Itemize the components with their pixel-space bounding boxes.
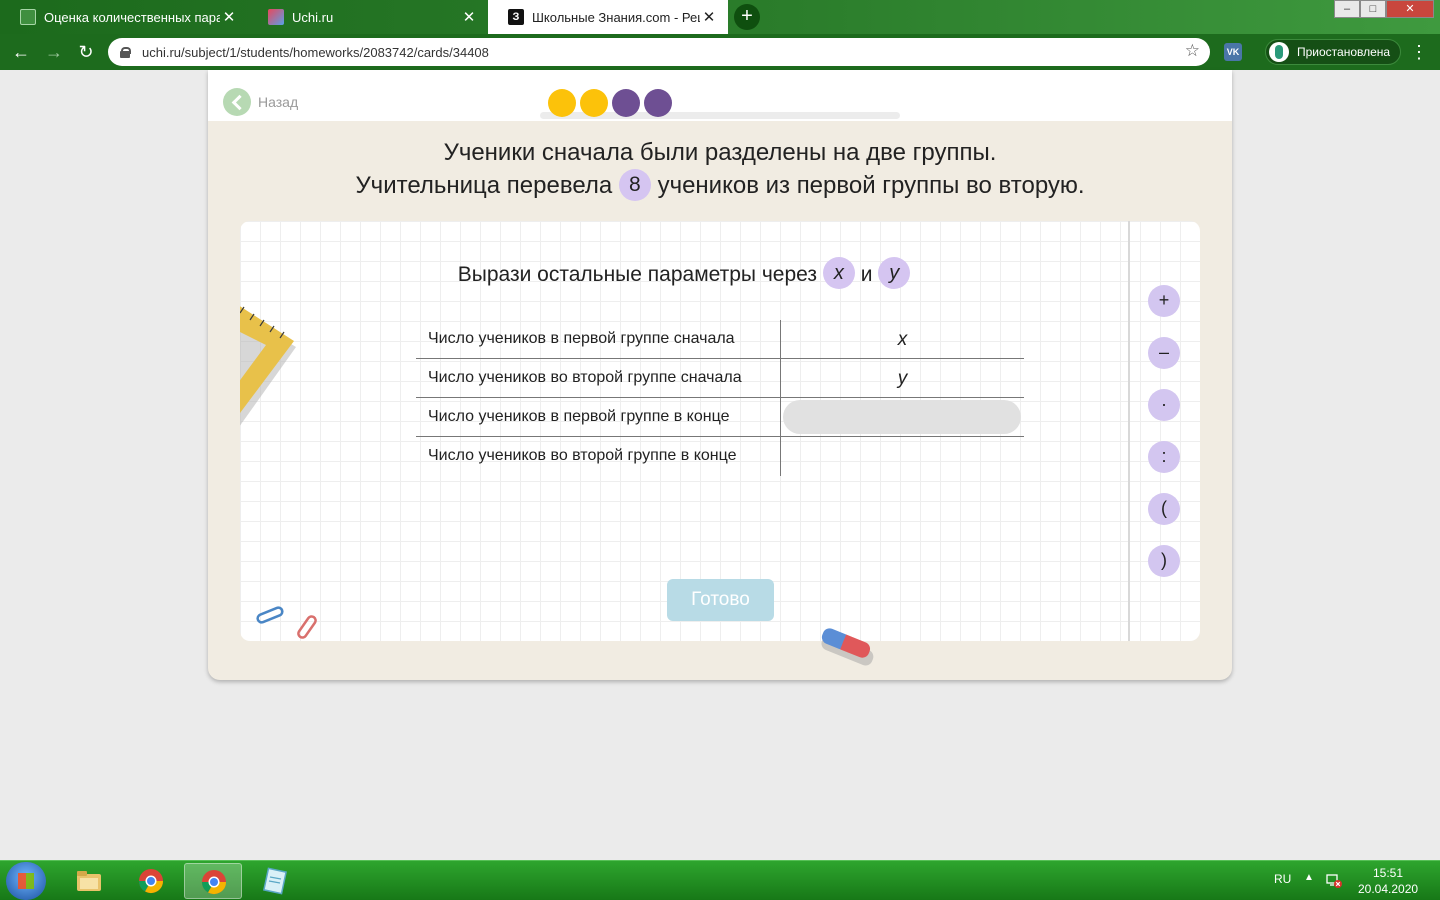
- show-hidden-icons-icon[interactable]: ▲: [1304, 872, 1314, 883]
- url-text: uchi.ru/subject/1/students/homeworks/208…: [142, 44, 489, 60]
- multiply-key[interactable]: ·: [1148, 389, 1180, 421]
- task-line-2: Учительница перевела 8 учеников из перво…: [208, 168, 1232, 202]
- clock-date: 20.04.2020: [1358, 882, 1419, 896]
- uchi-logo-icon: [268, 9, 284, 25]
- eraser-decoration: [821, 628, 874, 666]
- prompt-conjunction: и: [860, 263, 873, 286]
- chevron-left-icon: [223, 88, 251, 116]
- close-icon[interactable]: ✕: [460, 8, 478, 26]
- back-button[interactable]: Назад: [223, 88, 298, 116]
- table-row: Число учеников во второй группе в конце: [416, 437, 1024, 476]
- znaniya-logo-icon: З: [508, 9, 524, 25]
- tab-strip: Оценка количественных парам ✕ Uchi.ru ✕ …: [0, 0, 1440, 34]
- taskbar-notepad[interactable]: [246, 863, 304, 899]
- back-label: Назад: [258, 94, 299, 110]
- plus-key[interactable]: +: [1148, 285, 1180, 317]
- clock[interactable]: 15:51 20.04.2020: [1358, 865, 1418, 897]
- divide-key[interactable]: :: [1148, 441, 1180, 473]
- row-label: Число учеников в первой группе сначала: [428, 330, 735, 347]
- task-statement: Ученики сначала были разделены на две гр…: [208, 136, 1232, 202]
- minimize-button[interactable]: –: [1334, 0, 1360, 18]
- menu-kebab-icon[interactable]: ⋮: [1410, 42, 1428, 63]
- lesson-card: Назад Ученики сначала были разделены на …: [208, 70, 1232, 680]
- variable-x-chip: x: [822, 257, 855, 290]
- paperclip-blue-decoration: [256, 606, 284, 624]
- task-text-after: учеников из первой группы во вторую.: [657, 172, 1085, 199]
- paperclip-red-decoration: [297, 615, 317, 639]
- lesson-topbar: Назад: [208, 70, 1232, 121]
- tab-title: Uchi.ru: [292, 9, 334, 25]
- lock-icon: [120, 47, 131, 58]
- row-value: x: [780, 320, 1024, 359]
- task-line-1: Ученики сначала были разделены на две гр…: [443, 139, 997, 166]
- answer-input-first-group-end[interactable]: [783, 400, 1021, 434]
- taskbar-chrome-active[interactable]: [184, 863, 242, 899]
- profile-label: Приостановлена: [1297, 45, 1391, 59]
- progress-dot: [580, 89, 608, 117]
- table-row: Число учеников в первой группе в конце: [416, 398, 1024, 437]
- network-error-icon[interactable]: [1326, 872, 1342, 888]
- work-board: Вырази остальные параметры через x и y Ч…: [240, 221, 1200, 641]
- chrome-icon: [202, 870, 226, 895]
- notepad-icon: [263, 867, 287, 895]
- open-paren-key[interactable]: (: [1148, 493, 1180, 525]
- minus-key[interactable]: –: [1148, 337, 1180, 369]
- chrome-icon: [139, 869, 163, 894]
- close-window-button[interactable]: ✕: [1386, 0, 1434, 18]
- new-tab-button[interactable]: +: [734, 4, 760, 30]
- table-row: Число учеников во второй группе сначала …: [416, 359, 1024, 398]
- close-icon[interactable]: ✕: [700, 8, 718, 26]
- tab-quantitative[interactable]: Оценка количественных парам ✕: [0, 0, 248, 34]
- prompt-text: Вырази остальные параметры через: [457, 263, 817, 286]
- row-value: y: [780, 359, 1024, 398]
- clock-time: 15:51: [1372, 866, 1404, 880]
- start-button[interactable]: [6, 862, 46, 900]
- maximize-button[interactable]: □: [1360, 0, 1386, 18]
- ruler-decoration: [240, 306, 296, 426]
- tab-uchi[interactable]: Uchi.ru ✕: [248, 0, 488, 34]
- board-divider: [1128, 221, 1130, 641]
- prompt: Вырази остальные параметры через x и y: [240, 257, 1128, 291]
- progress-dot: [612, 89, 640, 117]
- back-arrow-icon[interactable]: ←: [9, 40, 33, 64]
- row-label: Число учеников во второй группе сначала: [428, 369, 742, 386]
- parameters-table: Число учеников в первой группе сначала x…: [416, 320, 1024, 476]
- vk-extension-icon[interactable]: VK: [1224, 43, 1242, 61]
- tab-title: Школьные Знания.com - Решае: [532, 9, 700, 25]
- reload-icon[interactable]: ↻: [74, 40, 98, 64]
- profile-button[interactable]: Приостановлена: [1265, 39, 1401, 65]
- address-bar[interactable]: uchi.ru/subject/1/students/homeworks/208…: [108, 38, 1210, 66]
- avatar: [1269, 42, 1289, 62]
- forward-arrow-icon[interactable]: →: [42, 40, 66, 64]
- done-button[interactable]: Готово: [667, 579, 774, 621]
- progress-dot: [548, 89, 576, 117]
- row-label: Число учеников в первой группе в конце: [428, 408, 730, 425]
- taskbar-explorer[interactable]: [60, 863, 118, 899]
- book-icon: [20, 9, 36, 25]
- tab-title: Оценка количественных парам: [44, 9, 220, 25]
- tab-znaniya[interactable]: З Школьные Знания.com - Решае ✕: [488, 0, 728, 34]
- close-paren-key[interactable]: ): [1148, 545, 1180, 577]
- language-indicator[interactable]: RU: [1274, 872, 1291, 886]
- number-chip: 8: [618, 168, 651, 201]
- answer-input-second-group-end[interactable]: [780, 437, 1024, 476]
- star-icon[interactable]: ☆: [1185, 41, 1200, 61]
- taskbar-chrome[interactable]: [122, 863, 180, 899]
- task-text-before: Учительница перевела: [355, 172, 613, 199]
- table-row: Число учеников в первой группе сначала x: [416, 320, 1024, 359]
- progress-dot: [644, 89, 672, 117]
- variable-y-chip: y: [878, 257, 911, 290]
- row-label: Число учеников во второй группе в конце: [428, 447, 737, 464]
- taskbar: RU ▲ 15:51 20.04.2020: [0, 860, 1440, 900]
- folder-icon: [77, 871, 101, 891]
- close-icon[interactable]: ✕: [220, 8, 238, 26]
